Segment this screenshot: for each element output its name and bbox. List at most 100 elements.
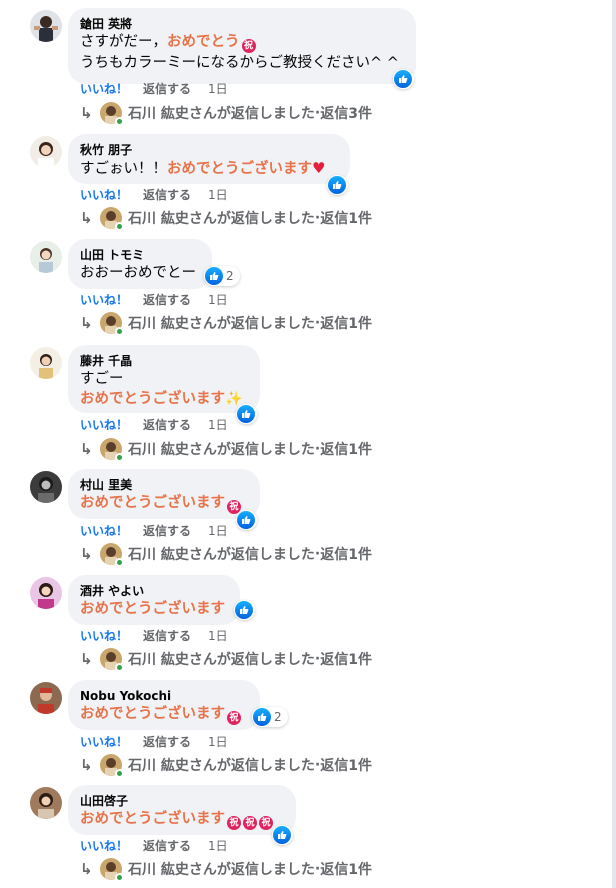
view-replies[interactable]: ↳ 石川 紘史さんが返信しました · 返信1件 bbox=[80, 542, 372, 567]
reply-link[interactable]: 返信する bbox=[143, 522, 208, 539]
view-replies[interactable]: ↳ 石川 紘史さんが返信しました · 返信1件 bbox=[80, 753, 372, 778]
comment-author[interactable]: 酒井 やよい bbox=[80, 583, 228, 599]
like-link[interactable]: いいね！ bbox=[80, 80, 143, 97]
comment-actions: いいね！ 返信する 1日 bbox=[80, 416, 228, 432]
comment: 山田 トモミ おおーおめでとー 2 いいね！ 返信する 1日 ↳ 石川 紘史さん… bbox=[30, 239, 590, 339]
replied-label: 石川 紘史さんが返信しました bbox=[128, 758, 315, 774]
view-replies[interactable]: ↳ 石川 紘史さんが返信しました · 返信3件 bbox=[80, 101, 372, 126]
comment: 山田啓子 おめでとうございます祝祝祝 いいね！ 返信する 1日 ↳ 石川 紘史さ… bbox=[30, 785, 590, 885]
reply-link[interactable]: 返信する bbox=[143, 733, 208, 750]
replier-avatar bbox=[100, 648, 124, 672]
reaction-summary[interactable]: 2 bbox=[204, 266, 240, 286]
view-replies[interactable]: ↳ 石川 紘史さんが返信しました · 返信1件 bbox=[80, 647, 372, 672]
comment-text-line2: おめでとうございます✨ bbox=[80, 389, 248, 409]
avatar[interactable] bbox=[30, 577, 62, 609]
reply-count: 返信1件 bbox=[320, 758, 372, 774]
avatar[interactable] bbox=[30, 471, 62, 503]
comment-author[interactable]: 鎗田 英將 bbox=[80, 16, 404, 32]
reply-link[interactable]: 返信する bbox=[143, 80, 208, 97]
like-link[interactable]: いいね！ bbox=[80, 416, 143, 433]
timestamp[interactable]: 1日 bbox=[208, 291, 228, 308]
comment-bubble: 秋竹 朋子 すごぉい！！おめでとうございます♥ bbox=[68, 134, 350, 184]
comment-author[interactable]: 秋竹 朋子 bbox=[80, 142, 338, 158]
avatar[interactable] bbox=[30, 787, 62, 819]
heart-icon: ♥ bbox=[312, 159, 326, 177]
avatar[interactable] bbox=[30, 241, 62, 273]
reply-link[interactable]: 返信する bbox=[143, 416, 208, 433]
comment-text: おめでとうございます祝 bbox=[80, 704, 248, 725]
comment-actions: いいね！ 返信する 1日 bbox=[80, 522, 228, 538]
reply-count: 返信1件 bbox=[320, 652, 372, 668]
comment-actions: いいね！ 返信する 1日 bbox=[80, 80, 228, 96]
reply-link[interactable]: 返信する bbox=[143, 837, 208, 854]
reaction-summary[interactable] bbox=[236, 404, 257, 424]
timestamp[interactable]: 1日 bbox=[208, 627, 228, 644]
comment-author[interactable]: Nobu Yokochi bbox=[80, 688, 248, 704]
replied-label: 石川 紘史さんが返信しました bbox=[128, 211, 315, 227]
like-link[interactable]: いいね！ bbox=[80, 733, 143, 750]
like-icon bbox=[237, 511, 255, 529]
like-link[interactable]: いいね！ bbox=[80, 186, 143, 203]
reply-link[interactable]: 返信する bbox=[143, 291, 208, 308]
comment-text: おめでとうございます bbox=[80, 599, 228, 619]
view-replies[interactable]: ↳ 石川 紘史さんが返信しました · 返信1件 bbox=[80, 857, 372, 882]
like-link[interactable]: いいね！ bbox=[80, 837, 143, 854]
celebrate-icon: 祝 bbox=[243, 816, 257, 830]
comment-author[interactable]: 山田 トモミ bbox=[80, 247, 200, 263]
comment-text-highlight: おめでとうございます bbox=[80, 391, 225, 407]
replied-label: 石川 紘史さんが返信しました bbox=[128, 547, 315, 563]
avatar[interactable] bbox=[30, 347, 62, 379]
reply-arrow-icon: ↳ bbox=[80, 756, 93, 774]
reply-arrow-icon: ↳ bbox=[80, 545, 93, 563]
like-link[interactable]: いいね！ bbox=[80, 291, 143, 308]
like-link[interactable]: いいね！ bbox=[80, 627, 143, 644]
comment-text-highlight: おめでとうございます bbox=[80, 811, 225, 827]
view-replies[interactable]: ↳ 石川 紘史さんが返信しました · 返信1件 bbox=[80, 311, 372, 336]
replier-avatar bbox=[100, 438, 124, 462]
reply-arrow-icon: ↳ bbox=[80, 650, 93, 668]
reaction-summary[interactable] bbox=[272, 825, 293, 845]
timestamp[interactable]: 1日 bbox=[208, 80, 228, 97]
reply-count: 返信1件 bbox=[320, 211, 372, 227]
avatar[interactable] bbox=[30, 682, 62, 714]
comment-bubble: 山田啓子 おめでとうございます祝祝祝 bbox=[68, 785, 296, 835]
comment-author[interactable]: 村山 里美 bbox=[80, 477, 248, 493]
reaction-summary[interactable] bbox=[236, 510, 257, 530]
replier-avatar bbox=[100, 858, 124, 882]
comment-author[interactable]: 藤井 千晶 bbox=[80, 353, 248, 369]
like-icon bbox=[328, 176, 346, 194]
timestamp[interactable]: 1日 bbox=[208, 837, 228, 854]
like-icon bbox=[205, 267, 223, 285]
reaction-summary[interactable] bbox=[393, 69, 414, 89]
replier-avatar bbox=[100, 543, 124, 567]
view-replies[interactable]: ↳ 石川 紘史さんが返信しました · 返信1件 bbox=[80, 206, 372, 231]
reply-link[interactable]: 返信する bbox=[143, 627, 208, 644]
replier-avatar bbox=[100, 754, 124, 778]
comment-text-line2: うちもカラーミーになるからご教授ください^ ^ bbox=[80, 55, 399, 71]
comment-bubble: 鎗田 英將 さすがだー，おめでとう祝 うちもカラーミーになるからご教授ください^… bbox=[68, 8, 416, 84]
comment-text-highlight: おめでとう bbox=[167, 34, 240, 50]
reaction-summary[interactable] bbox=[234, 600, 255, 620]
reply-arrow-icon: ↳ bbox=[80, 104, 93, 122]
reaction-summary[interactable]: 2 bbox=[252, 707, 288, 727]
timestamp[interactable]: 1日 bbox=[208, 416, 228, 433]
timestamp[interactable]: 1日 bbox=[208, 186, 228, 203]
reaction-summary[interactable] bbox=[327, 175, 348, 195]
comment-author[interactable]: 山田啓子 bbox=[80, 793, 284, 809]
comment-bubble: 藤井 千晶 すごー おめでとうございます✨ bbox=[68, 345, 260, 413]
scroll-edge bbox=[612, 0, 616, 888]
reply-link[interactable]: 返信する bbox=[143, 186, 208, 203]
comment-text: おめでとうございます祝祝祝 bbox=[80, 809, 284, 830]
comment-actions: いいね！ 返信する 1日 bbox=[80, 627, 228, 643]
timestamp[interactable]: 1日 bbox=[208, 522, 228, 539]
avatar[interactable] bbox=[30, 10, 62, 42]
timestamp[interactable]: 1日 bbox=[208, 733, 228, 750]
reply-arrow-icon: ↳ bbox=[80, 440, 93, 458]
replied-label: 石川 紘史さんが返信しました bbox=[128, 106, 315, 122]
replied-label: 石川 紘史さんが返信しました bbox=[128, 316, 315, 332]
comment-text: さすがだー，おめでとう祝 bbox=[80, 32, 404, 53]
view-replies[interactable]: ↳ 石川 紘史さんが返信しました · 返信1件 bbox=[80, 437, 372, 462]
like-link[interactable]: いいね！ bbox=[80, 522, 143, 539]
avatar[interactable] bbox=[30, 136, 62, 168]
online-dot bbox=[115, 327, 124, 336]
